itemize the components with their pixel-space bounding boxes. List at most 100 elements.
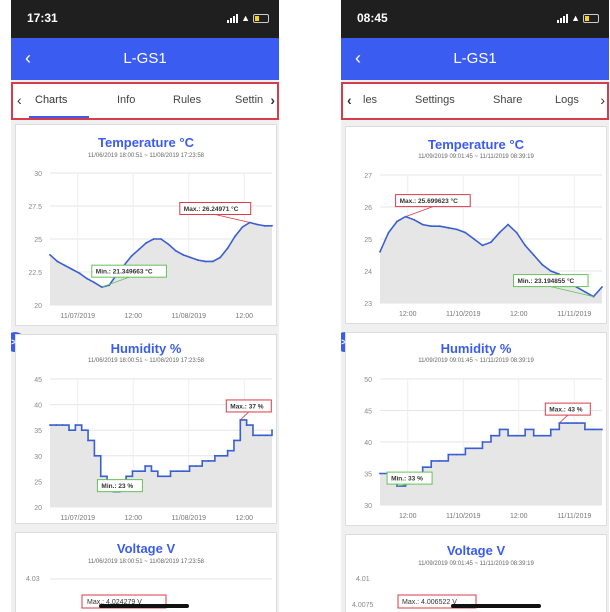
data-point: [524, 428, 527, 431]
y-tick-label: 24: [364, 269, 372, 276]
chart-title: Voltage V: [446, 543, 506, 558]
data-point: [430, 225, 433, 228]
tab-settings[interactable]: Settings: [415, 94, 455, 106]
data-point: [156, 475, 159, 478]
app-bar: ‹ L-GS1: [11, 38, 279, 80]
data-point: [68, 429, 70, 432]
data-point: [473, 447, 475, 450]
data-point: [566, 422, 569, 424]
data-point: [271, 429, 273, 432]
max-marker-label: Max.: 37 %: [230, 403, 263, 410]
min-marker-label: Min.: 21.349663 °C: [96, 268, 153, 276]
data-point: [167, 243, 170, 246]
chevron-left-icon[interactable]: ‹: [17, 92, 22, 108]
temperature-chart-card: Temperature °C 11/09/2019 09:01:45 ~ 11/…: [345, 126, 607, 324]
x-tick-label: 11/07/2019: [60, 515, 95, 522]
app-bar: ‹ L-GS1: [341, 38, 609, 80]
y-tick-label: 35: [34, 428, 42, 435]
data-point: [252, 434, 254, 437]
data-point: [61, 424, 64, 426]
humidity-chart-card: Humidity % 11/09/2019 09:01:45 ~ 11/11/2…: [345, 332, 607, 526]
data-point: [584, 290, 586, 293]
data-point: [182, 253, 185, 256]
y-tick-label: 26: [364, 205, 372, 212]
data-point: [152, 238, 155, 240]
tab-settings[interactable]: Settin: [235, 94, 263, 106]
x-tick-label: 12:00: [510, 311, 528, 318]
max-marker-leader: [559, 414, 569, 424]
tab-share[interactable]: Share: [493, 94, 522, 106]
y-tick-label: 20: [34, 303, 42, 310]
chart-title: Temperature °C: [98, 135, 194, 150]
status-time: 17:31: [27, 11, 58, 25]
data-point: [204, 260, 207, 263]
data-point: [498, 231, 501, 234]
tab-rules[interactable]: Rules: [173, 94, 201, 106]
x-tick-label: 12:00: [399, 513, 417, 520]
tab-charts[interactable]: Charts: [35, 94, 67, 106]
status-icons: ▲: [557, 13, 599, 23]
max-marker-label: Max.: 43 %: [549, 407, 582, 414]
data-point: [226, 247, 229, 250]
data-point: [137, 248, 140, 251]
data-point: [498, 428, 501, 431]
x-tick-label: 12:00: [235, 515, 253, 522]
data-point: [532, 434, 535, 437]
y-tick-label: 40: [364, 440, 372, 447]
data-point: [507, 434, 509, 437]
voltage-chart-card: Voltage V 11/06/2019 18:00:51 ~ 11/08/20…: [15, 532, 277, 612]
data-point: [263, 224, 266, 227]
data-point: [86, 277, 88, 280]
data-point: [233, 439, 235, 442]
data-point: [194, 465, 197, 467]
data-point: [541, 434, 544, 437]
data-point: [174, 249, 177, 252]
data-point: [99, 475, 102, 478]
tab-info[interactable]: Info: [117, 94, 135, 106]
series-area: [380, 216, 602, 303]
signal-icon: [227, 14, 239, 23]
active-tab-indicator: [29, 116, 89, 118]
data-point: [438, 460, 441, 462]
device-title: L-GS1: [123, 50, 167, 67]
data-point: [169, 470, 172, 473]
chevron-right-icon[interactable]: ›: [270, 92, 275, 108]
data-point: [188, 465, 191, 467]
data-point: [481, 441, 484, 443]
data-point: [541, 263, 544, 266]
data-point: [481, 244, 484, 247]
data-point: [473, 238, 475, 240]
x-tick-label: 11/10/2019: [446, 311, 481, 318]
chevron-right-icon[interactable]: ›: [600, 92, 605, 108]
y-tick-label: 35: [364, 472, 372, 479]
data-point: [78, 272, 81, 275]
battery-icon: [583, 14, 599, 23]
data-point: [55, 424, 58, 426]
data-point: [226, 449, 229, 452]
y-tick-label: 30: [34, 171, 42, 178]
data-point: [144, 465, 147, 467]
chart-title: Temperature °C: [428, 137, 524, 152]
tab-rules[interactable]: les: [363, 94, 377, 106]
x-tick-label: 11/07/2019: [60, 313, 95, 320]
home-indicator: [451, 604, 541, 608]
home-indicator: [99, 604, 189, 608]
chevron-left-icon[interactable]: ‹: [347, 92, 352, 108]
chart-title: Humidity %: [110, 341, 182, 356]
data-point: [256, 223, 259, 226]
temperature-chart: 30 27.5 25 22.5 20 11/07/2019 12:00 11/08/2019 1…: [28, 171, 273, 320]
data-point: [175, 470, 178, 473]
min-marker-label: Min.: 23.194855 °C: [517, 277, 574, 285]
max-marker-label: Max.: 26.24971 °C: [184, 205, 239, 213]
data-point: [56, 260, 59, 263]
data-point: [387, 231, 390, 234]
data-point: [507, 223, 509, 226]
tab-logs[interactable]: Logs: [555, 94, 579, 106]
x-tick-label: 11/10/2019: [446, 513, 481, 520]
data-point: [447, 226, 450, 229]
temperature-chart-card: Temperature °C 11/06/2019 18:00:51 ~ 11/…: [15, 124, 277, 326]
x-tick-label: 12:00: [124, 313, 142, 320]
y-tick-label: 4.03: [26, 576, 40, 583]
data-point: [490, 434, 492, 437]
data-point: [241, 226, 244, 229]
